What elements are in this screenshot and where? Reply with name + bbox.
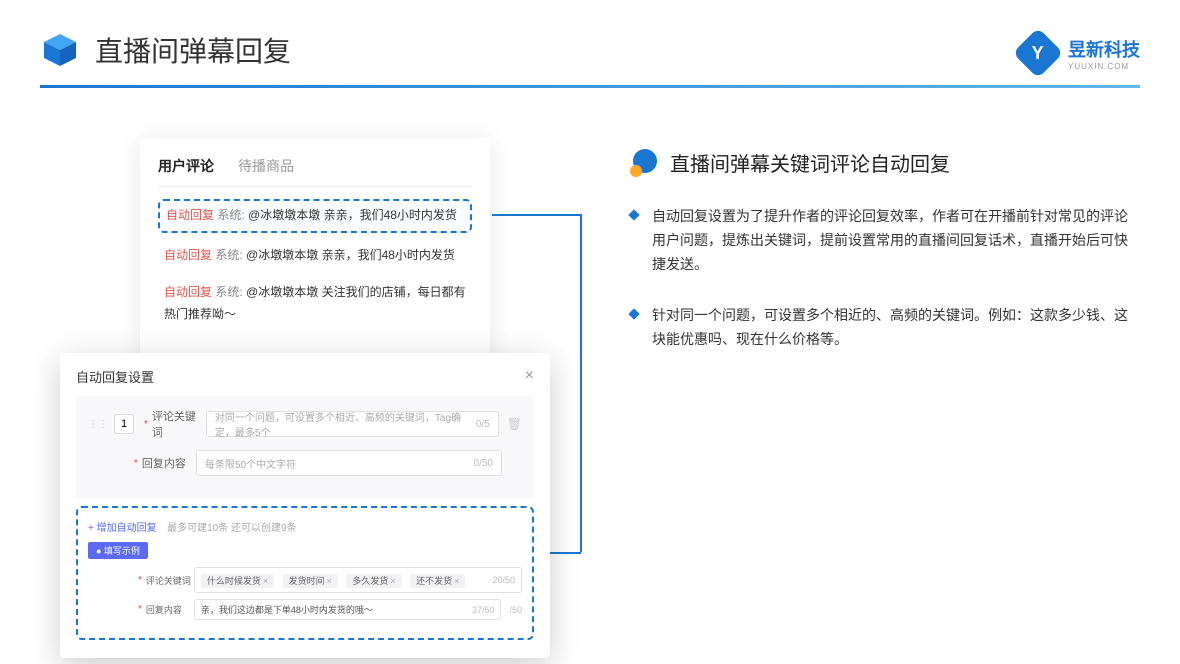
content-label: 回复内容 <box>142 455 196 471</box>
counter: 0/5 <box>476 419 490 430</box>
settings-title: 自动回复设置 <box>76 367 154 386</box>
system-label: 系统: <box>217 208 244 222</box>
content-input[interactable]: 每条限50个中文字符 0/50 <box>196 450 502 476</box>
brand-logo: Y 昱新科技 YUUXIN.COM <box>1020 35 1140 71</box>
counter: 20/50 <box>492 575 515 585</box>
input-placeholder: 对同一个问题，可设置多个相近、高频的关键词，Tag确定，最多5个 <box>215 409 476 439</box>
input-placeholder: 每条限50个中文字符 <box>205 456 296 471</box>
connector-line <box>492 214 580 216</box>
comment-item: 自动回复 系统: @冰墩墩本墩 关注我们的店铺，每日都有热门推荐呦～ <box>158 278 472 329</box>
section-title: 直播间弹幕关键词评论自动回复 <box>670 148 950 177</box>
section-icon <box>630 149 658 177</box>
tag-chip[interactable]: 什么时候发货× <box>201 574 274 588</box>
connector-line <box>580 214 582 552</box>
example-keyword-label: 评论关键词 <box>146 574 194 587</box>
comments-panel: 用户评论 待播商品 自动回复 系统: @冰墩墩本墩 亲亲，我们48小时内发货 自… <box>140 138 490 382</box>
counter: 0/50 <box>474 458 493 469</box>
example-keyword-input[interactable]: 什么时候发货× 发货时间× 多久发货× 还不发货× 20/50 <box>194 567 522 593</box>
comment-text: 亲亲，我们48小时内发货 <box>324 208 457 222</box>
required-star: * <box>134 458 138 469</box>
required-star: * <box>144 419 148 430</box>
row-number: 1 <box>114 414 134 434</box>
outer-counter: /50 <box>509 605 522 615</box>
add-hint: 最多可建10条 还可以创建9条 <box>167 523 296 534</box>
drag-handle-icon[interactable]: ⋮⋮ <box>88 419 108 430</box>
required-star: * <box>138 604 142 615</box>
bullet-text: 自动回复设置为了提升作者的评论回复效率，作者可在开播前针对常见的评论用户问题，提… <box>652 205 1140 276</box>
example-content-label: 回复内容 <box>146 603 194 616</box>
tag-chip[interactable]: 还不发货× <box>410 574 465 588</box>
add-auto-reply-link[interactable]: + 增加自动回复 <box>88 523 157 534</box>
comment-user: @冰墩墩本墩 <box>248 208 320 222</box>
comment-text: 亲亲，我们48小时内发货 <box>322 248 455 262</box>
brand-sub: YUUXIN.COM <box>1068 62 1140 71</box>
tag-chip[interactable]: 发货时间× <box>283 574 338 588</box>
trash-icon[interactable]: 🗑 <box>507 417 522 431</box>
example-content-input[interactable]: 亲，我们这边都是下单48小时内发货的哦～ 37/50 <box>194 599 502 620</box>
example-content-text: 亲，我们这边都是下单48小时内发货的哦～ <box>201 603 373 616</box>
example-badge: ● 填写示例 <box>88 542 148 559</box>
counter: 37/50 <box>472 605 495 615</box>
auto-reply-tag: 自动回复 <box>164 248 212 262</box>
page-title: 直播间弹幕回复 <box>95 30 291 70</box>
auto-reply-settings-modal: 自动回复设置 × ⋮⋮ 1 * 评论关键词 对同一个问题，可设置多个相近、高频的… <box>60 353 550 658</box>
required-star: * <box>138 575 142 586</box>
comment-user: @冰墩墩本墩 <box>246 285 318 299</box>
diamond-icon <box>628 209 639 220</box>
keyword-label: 评论关键词 <box>152 408 206 440</box>
auto-reply-tag: 自动回复 <box>164 285 212 299</box>
close-icon[interactable]: × <box>525 367 534 386</box>
auto-reply-tag: 自动回复 <box>166 208 214 222</box>
comment-user: @冰墩墩本墩 <box>246 248 318 262</box>
tag-chip[interactable]: 多久发货× <box>346 574 401 588</box>
system-label: 系统: <box>215 248 242 262</box>
bullet-text: 针对同一个问题，可设置多个相近的、高频的关键词。例如：这款多少钱、这块能优惠吗、… <box>652 304 1140 352</box>
example-block: + 增加自动回复 最多可建10条 还可以创建9条 ● 填写示例 * 评论关键词 … <box>76 506 534 640</box>
comment-item: 自动回复 系统: @冰墩墩本墩 亲亲，我们48小时内发货 <box>158 241 472 271</box>
tab-pending-goods[interactable]: 待播商品 <box>238 156 294 176</box>
system-label: 系统: <box>215 285 242 299</box>
brand-name: 昱新科技 <box>1068 36 1140 62</box>
cube-icon <box>40 30 80 70</box>
comment-item-highlighted: 自动回复 系统: @冰墩墩本墩 亲亲，我们48小时内发货 <box>158 199 472 233</box>
tab-user-comments[interactable]: 用户评论 <box>158 156 214 176</box>
diamond-icon <box>628 309 639 320</box>
keyword-input[interactable]: 对同一个问题，可设置多个相近、高频的关键词，Tag确定，最多5个 0/5 <box>206 411 499 437</box>
brand-icon: Y <box>1013 28 1064 79</box>
